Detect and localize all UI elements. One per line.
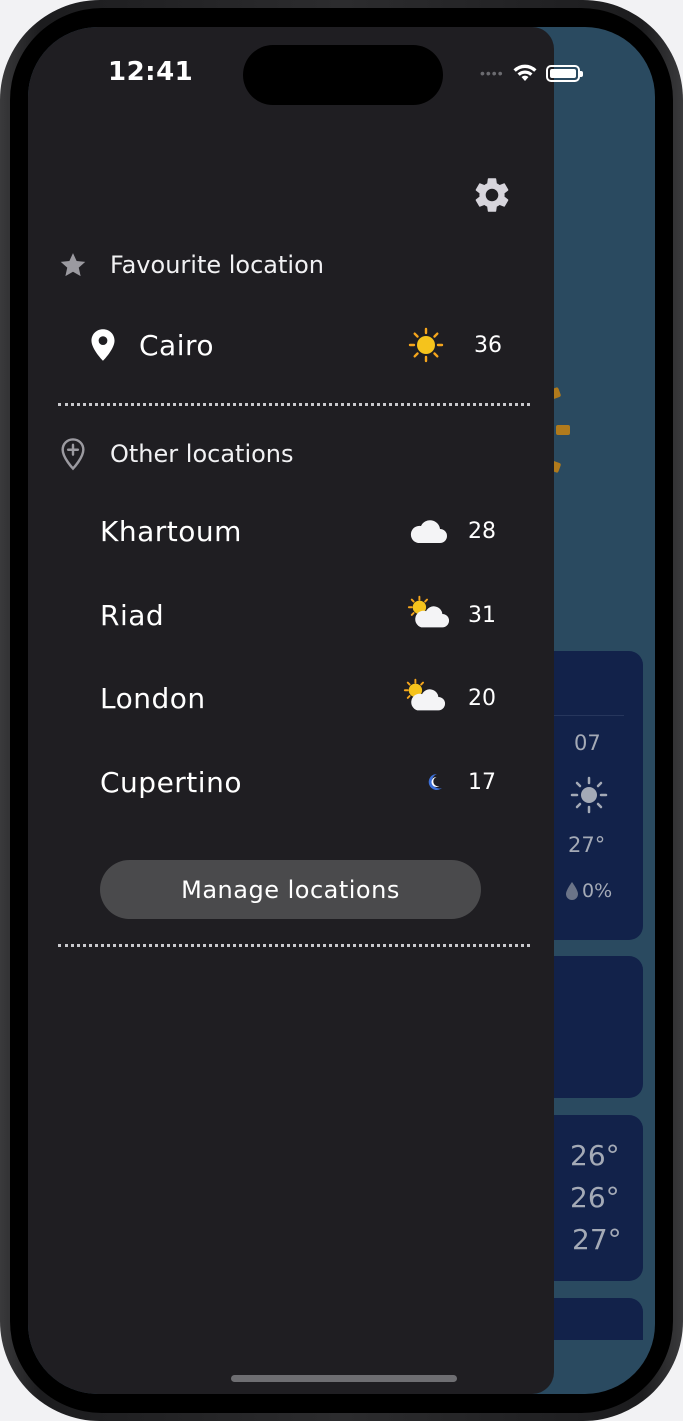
favourite-section-label: Favourite location [110, 251, 324, 279]
location-temp: 31 [468, 602, 496, 628]
precip-value: 0% [582, 880, 613, 902]
location-temp: 17 [468, 769, 496, 795]
location-name: Cupertino [100, 765, 242, 799]
cloud-icon [406, 511, 450, 551]
bg-sun-ray [556, 425, 570, 435]
bg-sun-icon [570, 776, 608, 819]
location-row-london[interactable]: London 20 [100, 668, 500, 728]
favourite-location-row[interactable]: Cairo 36 [88, 315, 502, 375]
location-temp: 20 [468, 685, 496, 711]
location-name: Khartoum [100, 514, 242, 548]
location-row-khartoum[interactable]: Khartoum 28 [100, 501, 500, 561]
map-pin-icon [91, 329, 115, 361]
location-name: Cairo [139, 328, 215, 362]
gear-icon [475, 178, 509, 212]
daily-temp: 26° [570, 1181, 620, 1214]
section-divider [58, 944, 530, 947]
location-temp: 36 [474, 332, 502, 358]
bg-divider [554, 715, 624, 716]
hourly-precip: 0% [564, 880, 612, 902]
location-name: Riad [100, 598, 165, 632]
battery-icon [545, 64, 583, 82]
manage-locations-button[interactable]: Manage locations [100, 860, 481, 919]
daily-temp: 26° [570, 1139, 620, 1172]
sun-icon [404, 325, 448, 365]
other-section-label: Other locations [110, 440, 294, 468]
dynamic-island [243, 45, 443, 105]
partly-cloudy-icon [402, 676, 446, 716]
location-row-cupertino[interactable]: Cupertino 17 [100, 752, 500, 812]
status-time: 12:41 [108, 57, 194, 87]
location-name: London [100, 681, 206, 715]
locations-drawer: 12:41 Favourite location Cairo 36 Other … [28, 27, 554, 1394]
home-indicator [231, 1375, 457, 1382]
screen: 07 27° 0% 26° 26° 27° 12:41 Favourite lo… [28, 27, 655, 1394]
cellular-dots-icon: •••• [480, 65, 504, 81]
daily-temp: 27° [572, 1223, 622, 1256]
status-icons: •••• [480, 63, 583, 83]
wifi-icon [513, 64, 537, 81]
moon-icon [412, 762, 456, 802]
battery-fill [549, 68, 576, 78]
section-divider [58, 403, 530, 406]
hourly-temp: 27° [568, 833, 606, 857]
location-temp: 28 [468, 518, 496, 544]
settings-button[interactable] [468, 171, 516, 219]
add-location-icon [61, 438, 85, 471]
partly-cloudy-icon [406, 593, 450, 633]
hourly-hour: 07 [574, 731, 601, 755]
star-icon [60, 253, 86, 277]
other-section-header: Other locations [58, 437, 294, 471]
favourite-section-header: Favourite location [58, 250, 324, 280]
location-row-riad[interactable]: Riad 31 [100, 585, 500, 645]
raindrop-icon [566, 882, 578, 900]
